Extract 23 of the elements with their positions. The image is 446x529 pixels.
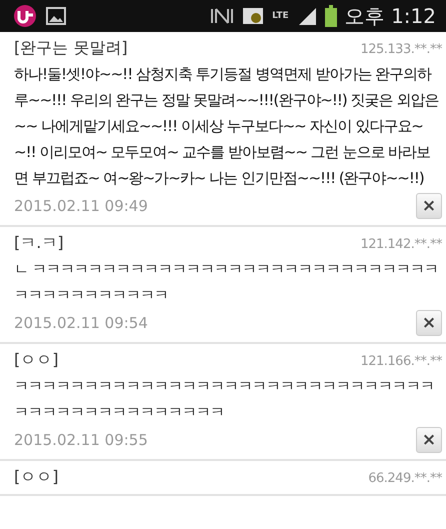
network-type-label: LTE — [272, 12, 289, 20]
battery-icon — [324, 5, 337, 27]
comment-ip: 66.249.**.** — [368, 471, 442, 486]
comment-author: [ㅋ.ㅋ] — [14, 233, 64, 254]
comment-ip: 125.133.**.** — [360, 42, 442, 57]
comment-date: 2015.02.11 09:55 — [14, 431, 148, 449]
comment-ip: 121.166.**.** — [360, 354, 442, 369]
comment-ip: 121.142.**.** — [360, 237, 442, 252]
comment-author: [완구는 못말려] — [14, 38, 128, 59]
delete-button[interactable]: × — [416, 310, 442, 336]
comment-date: 2015.02.11 09:54 — [14, 314, 148, 332]
comment-author: [ㅇㅇ] — [14, 467, 58, 488]
comment-date: 2015.02.11 09:49 — [14, 197, 148, 215]
comment-text: ㄴ ㅋㅋㅋㅋㅋㅋㅋㅋㅋㅋㅋㅋㅋㅋㅋㅋㅋㅋㅋㅋㅋㅋㅋㅋㅋㅋㅋㅋㅋㅋㅋㅋㅋㅋㅋㅋㅋㅋㅋㅋ — [14, 259, 439, 306]
carrier-logo-icon — [12, 5, 38, 27]
signal-icon — [296, 6, 317, 26]
comment-author: [ㅇㅇ] — [14, 350, 58, 371]
comment-text: ㅋㅋㅋㅋㅋㅋㅋㅋㅋㅋㅋㅋㅋㅋㅋㅋㅋㅋㅋㅋㅋㅋㅋㅋㅋㅋㅋㅋㅋㅋㅋㅋㅋㅋㅋㅋㅋㅋㅋㅋㅋㅋㅋㅋㅋ — [14, 376, 435, 423]
delete-button[interactable]: × — [416, 427, 442, 453]
comment-text: 하나!둘!셋!야~~!! 삼청지축 투기등절 병역면제 받아가는 완구의하루~~!!! 우리의 완구는 정말 못말려~~!!!(완구야~!!) 짓궂은 외압은~~ 나에게맡기세요~~!!! 이세상 누구보다~~ 자신이 있다구요~~!! 이리모여~ 모두모여~ 교수를 받아보렴~~ 그런 눈으로 바라보면 부끄럽죠~ 여~왕~가~카~ 나는 인기만점~~!!! (완구야~~!!) — [14, 64, 440, 189]
image-icon — [46, 7, 66, 25]
delete-button[interactable]: × — [416, 193, 442, 219]
clock: 오후 1:12 — [344, 2, 436, 30]
